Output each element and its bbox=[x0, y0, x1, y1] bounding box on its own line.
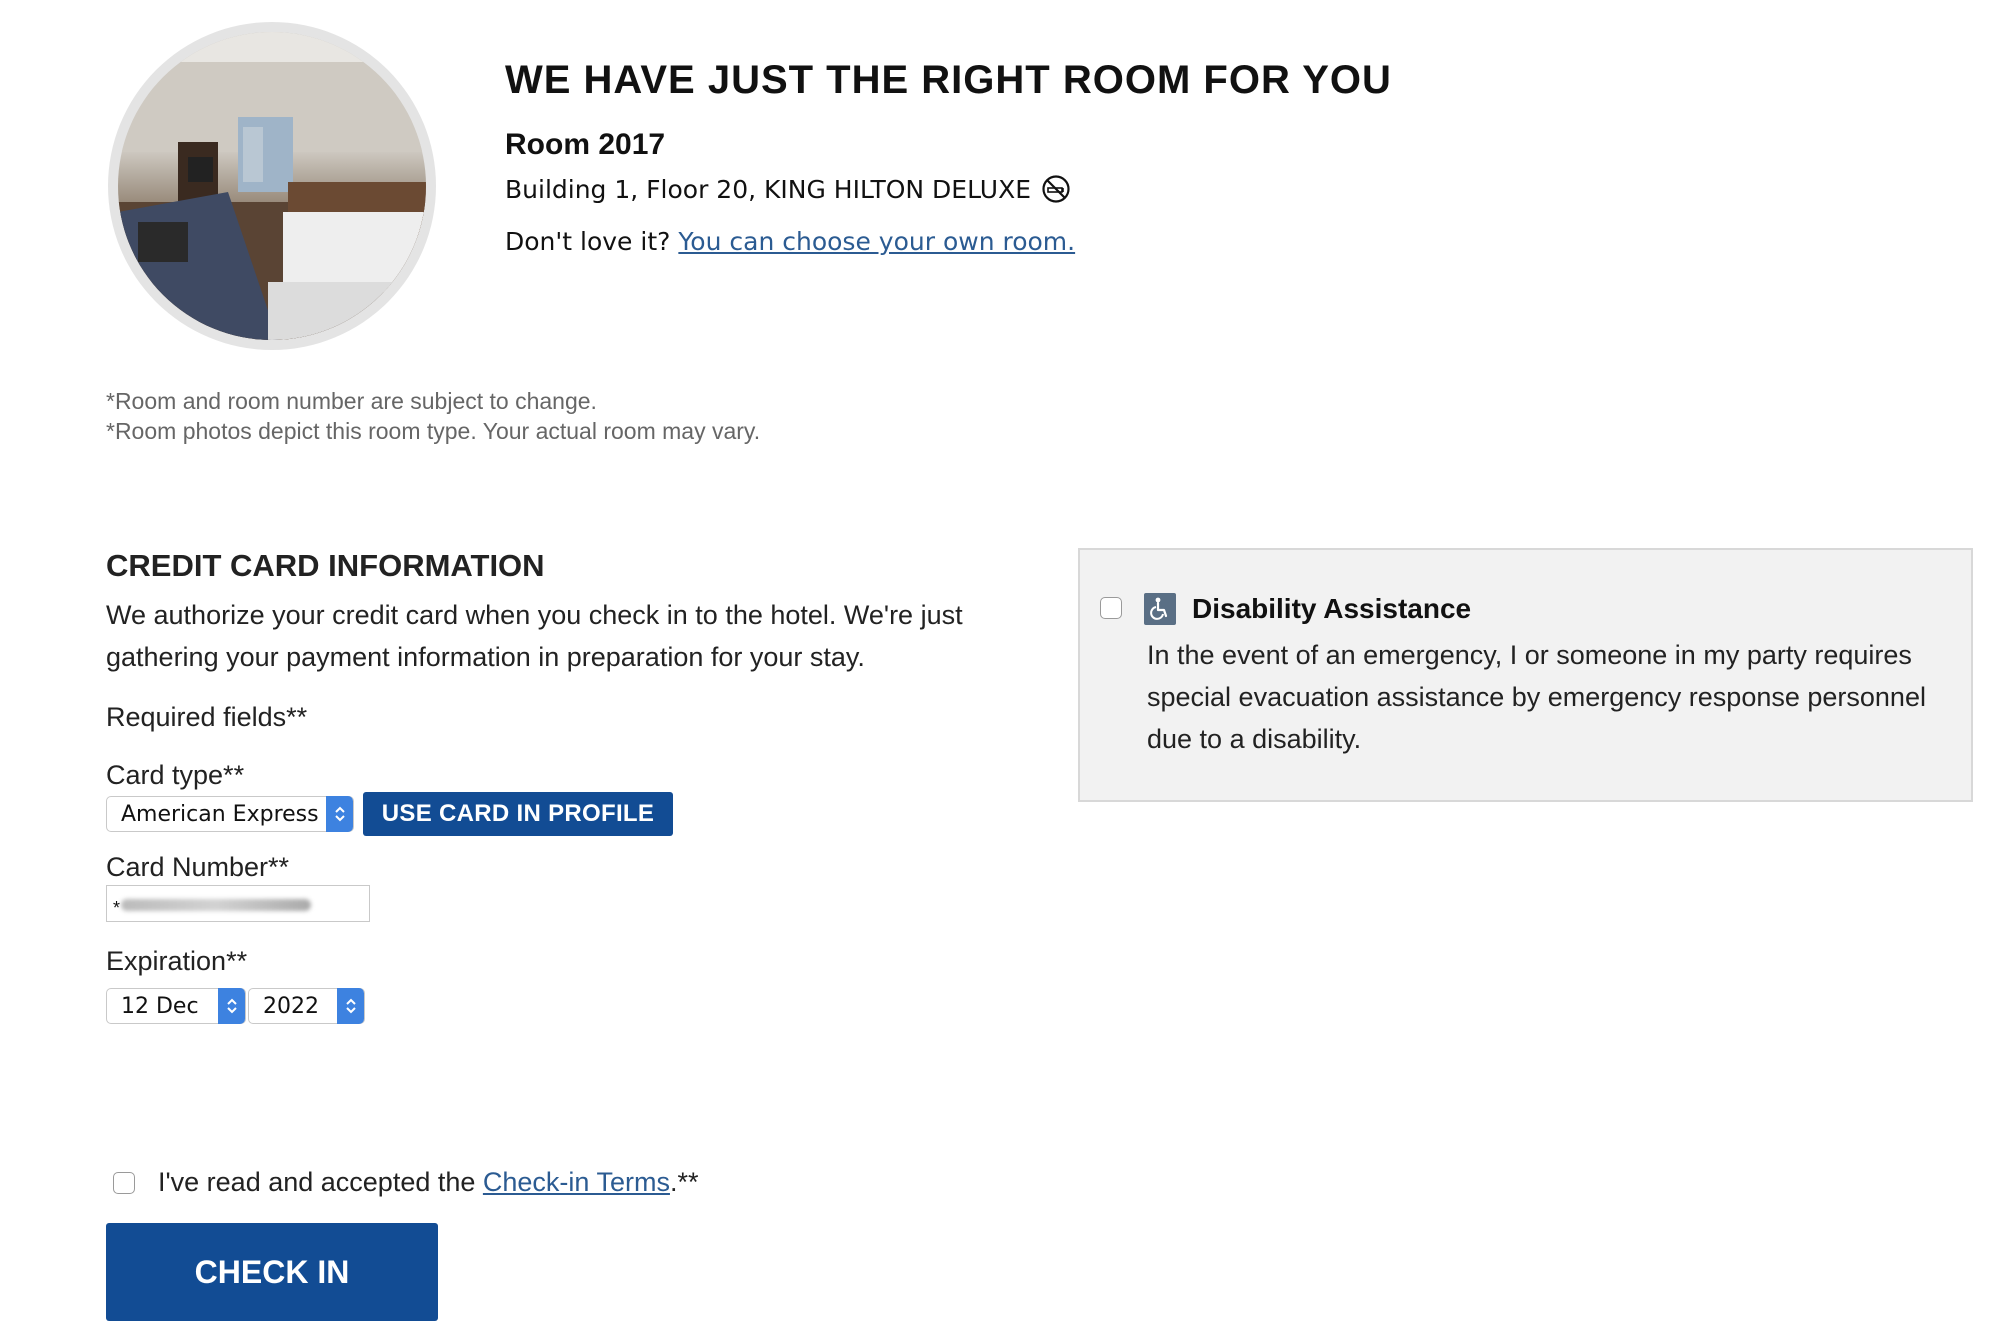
card-number-field[interactable]: * bbox=[106, 885, 370, 922]
choose-room-link[interactable]: You can choose your own room. bbox=[678, 227, 1075, 256]
credit-card-description: We authorize your credit card when you c… bbox=[106, 600, 963, 672]
card-type-select[interactable]: American Express bbox=[106, 796, 354, 832]
credit-card-title: CREDIT CARD INFORMATION bbox=[106, 548, 545, 583]
card-type-value: American Express bbox=[121, 801, 319, 827]
room-photo-note: *Room photos depict this room type. Your… bbox=[106, 418, 761, 444]
terms-checkbox[interactable] bbox=[113, 1172, 135, 1194]
room-change-note: *Room and room number are subject to cha… bbox=[106, 388, 597, 414]
expiration-label: Expiration** bbox=[106, 946, 248, 976]
required-fields-note: Required fields** bbox=[106, 702, 308, 732]
room-photo bbox=[108, 22, 436, 350]
no-smoking-icon bbox=[1041, 174, 1071, 204]
terms-suffix: .** bbox=[669, 1167, 699, 1197]
disability-checkbox[interactable] bbox=[1100, 597, 1122, 619]
room-description-text: Building 1, Floor 20, KING HILTON DELUXE bbox=[505, 174, 1032, 204]
card-number-value: * bbox=[113, 898, 121, 918]
terms-label: I've read and accepted the Check-in Term… bbox=[158, 1167, 698, 1198]
card-type-label: Card type** bbox=[106, 760, 245, 790]
expiration-month-value: 12 Dec bbox=[121, 993, 199, 1019]
disability-title: Disability Assistance bbox=[1192, 593, 1472, 624]
use-card-in-profile-button[interactable]: USE CARD IN PROFILE bbox=[363, 792, 673, 836]
check-in-button[interactable]: CHECK IN bbox=[106, 1223, 438, 1321]
choose-room-prompt: Don't love it? You can choose your own r… bbox=[505, 227, 1075, 256]
expiration-year-select[interactable]: 2022 bbox=[248, 988, 365, 1024]
expiration-year-value: 2022 bbox=[263, 993, 319, 1019]
room-number: Room 2017 bbox=[505, 128, 666, 161]
terms-prefix: I've read and accepted the bbox=[158, 1167, 483, 1197]
check-in-terms-link[interactable]: Check-in Terms bbox=[483, 1167, 670, 1197]
card-number-label: Card Number** bbox=[106, 852, 290, 882]
select-arrows-icon bbox=[337, 988, 364, 1024]
room-description: Building 1, Floor 20, KING HILTON DELUXE bbox=[505, 174, 1071, 204]
page-headline: WE HAVE JUST THE RIGHT ROOM FOR YOU bbox=[505, 58, 1392, 102]
select-arrows-icon bbox=[326, 796, 353, 832]
expiration-month-select[interactable]: 12 Dec bbox=[106, 988, 246, 1024]
choose-room-prefix: Don't love it? bbox=[505, 227, 671, 256]
disability-description: In the event of an emergency, I or someo… bbox=[1147, 640, 1926, 754]
card-number-redaction bbox=[121, 899, 311, 911]
select-arrows-icon bbox=[218, 988, 245, 1024]
wheelchair-icon bbox=[1144, 593, 1176, 625]
